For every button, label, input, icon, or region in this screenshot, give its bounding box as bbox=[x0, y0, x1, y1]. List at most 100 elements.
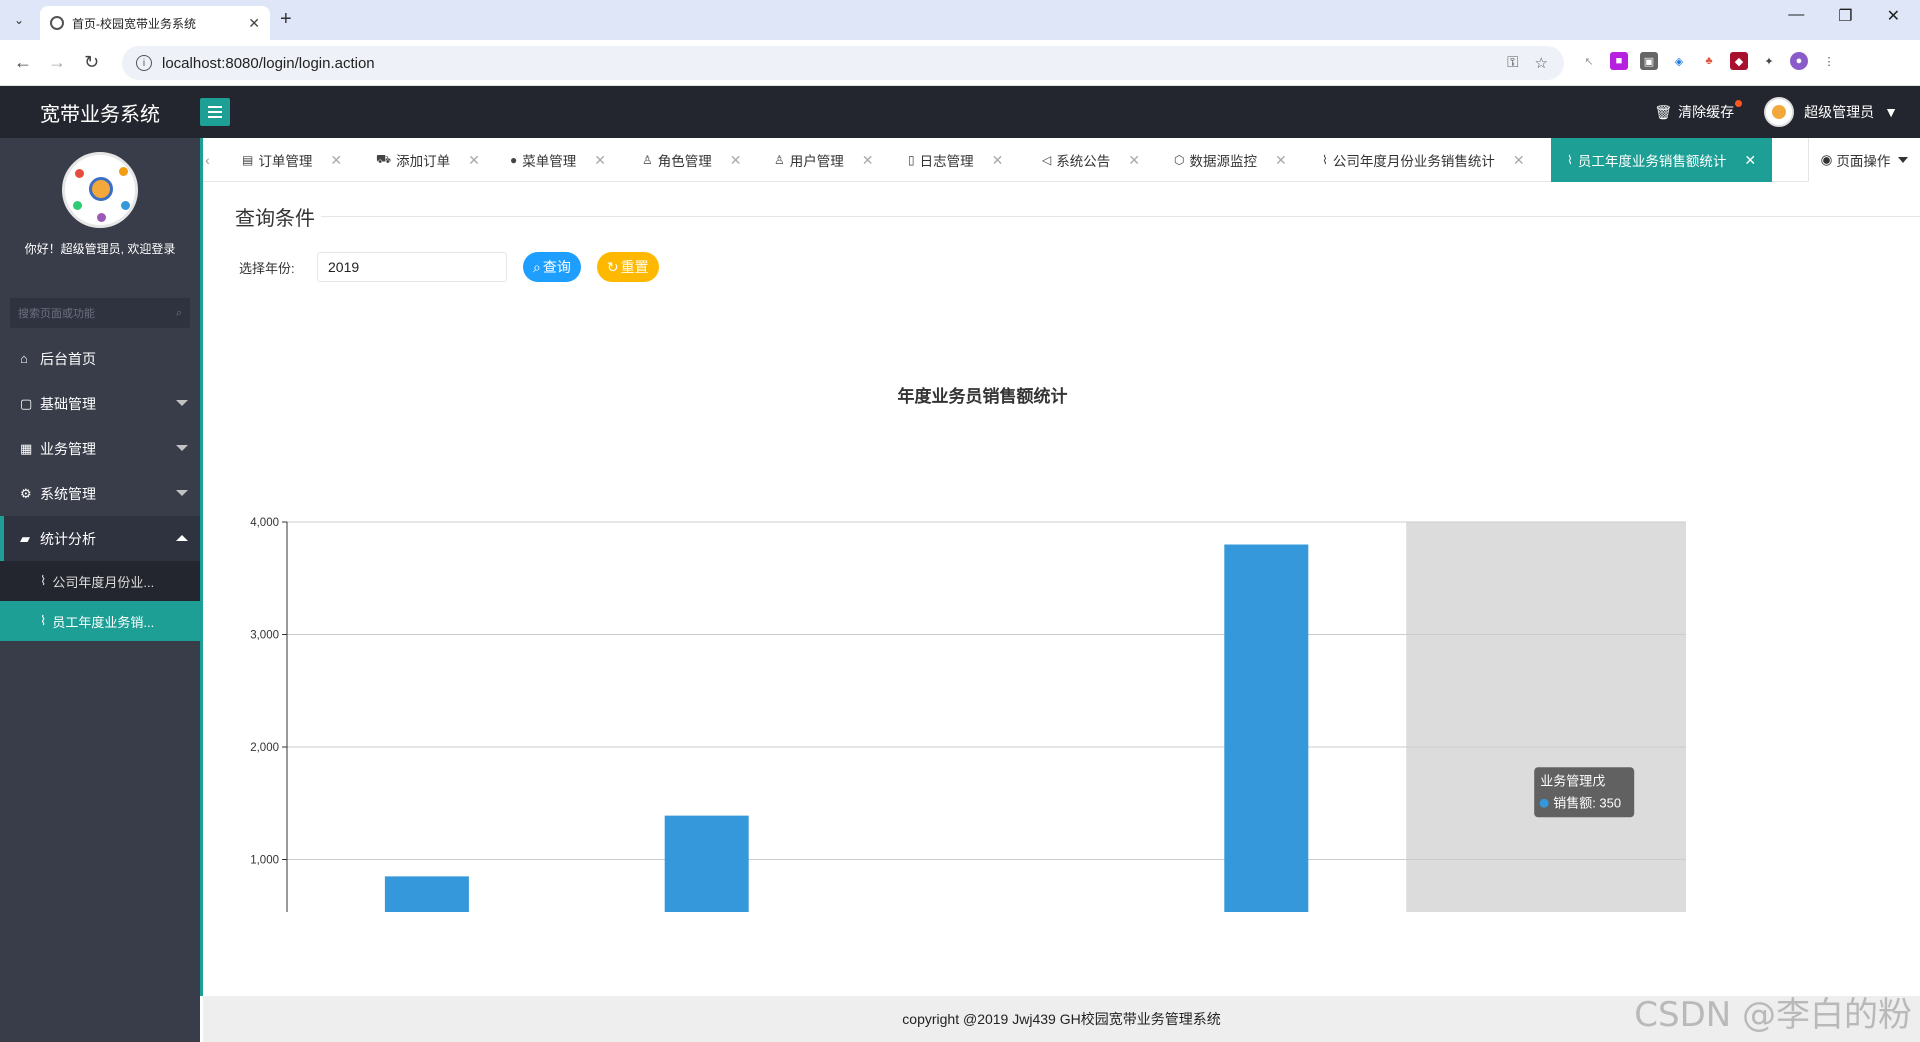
extension-layers-icon[interactable]: ◈ bbox=[1670, 52, 1688, 70]
back-icon[interactable]: ← bbox=[14, 52, 32, 73]
app-header: 宽带业务系统 🗑 清除缓存 超级管理员 ▼ bbox=[0, 86, 1920, 138]
avatar bbox=[1764, 97, 1795, 127]
sidebar-item-basic[interactable]: ▢ 基础管理 bbox=[0, 381, 200, 426]
forward-icon[interactable]: → bbox=[48, 52, 66, 73]
tooltip-value: 销售额: 350 bbox=[1553, 795, 1621, 810]
site-info-icon[interactable]: i bbox=[136, 55, 152, 71]
tab-roles[interactable]: ♙ 角色管理 ✕ bbox=[642, 138, 742, 182]
new-tab-button[interactable]: + bbox=[280, 8, 292, 31]
user-menu[interactable]: 超级管理员 ▼ bbox=[1764, 97, 1898, 127]
window-controls: — ❐ ✕ bbox=[1788, 6, 1910, 26]
close-icon[interactable]: ✕ bbox=[730, 152, 742, 169]
browser-tabstrip: ⌄ 首页-校园宽带业务系统 ✕ + — ❐ ✕ bbox=[0, 0, 1920, 40]
sidebar-submenu: ⌇ 公司年度月份业... ⌇ 员工年度业务销... bbox=[0, 561, 200, 641]
close-icon[interactable]: ✕ bbox=[330, 152, 342, 169]
tab-search-button[interactable]: ⌄ bbox=[6, 8, 32, 32]
sidebar-subitem-label: 公司年度月份业... bbox=[52, 574, 155, 590]
profile-avatar-icon[interactable]: ● bbox=[1790, 52, 1808, 70]
close-icon[interactable]: ✕ bbox=[594, 152, 606, 169]
search-button[interactable]: ⌕ 查询 bbox=[523, 252, 581, 282]
sidebar-search-placeholder: 搜索页面或功能 bbox=[18, 308, 95, 320]
close-icon[interactable]: ✕ bbox=[1128, 152, 1140, 169]
tab-label: 系统公告 bbox=[1056, 154, 1111, 169]
reset-button[interactable]: ↻ 重置 bbox=[596, 252, 659, 282]
reload-icon[interactable]: ↻ bbox=[84, 52, 99, 73]
tab-menus[interactable]: ● 菜单管理 ✕ bbox=[510, 138, 606, 182]
tab-datasource[interactable]: ⬡ 数据源监控 ✕ bbox=[1174, 138, 1287, 182]
sidebar-item-label: 统计分析 bbox=[40, 530, 96, 547]
sales-bar-chart[interactable]: 年度业务员销售额统计01,0002,0003,0004,000业务管理甲业务管理… bbox=[203, 292, 1920, 912]
sidebar: 你好！超级管理员, 欢迎登录 搜索页面或功能 ⌕ ⌂ 后台首页 ▢ 基础管理 ▦… bbox=[0, 138, 200, 1042]
reset-button-label: 重置 bbox=[620, 259, 649, 275]
sidebar-item-system[interactable]: ⚙ 系统管理 bbox=[0, 471, 200, 516]
sidebar-search-input[interactable]: 搜索页面或功能 ⌕ bbox=[10, 298, 190, 328]
extension-purple-icon[interactable]: ■ bbox=[1610, 52, 1628, 70]
grid-icon: ▦ bbox=[20, 440, 33, 456]
search-icon: ⌕ bbox=[533, 258, 541, 275]
bar bbox=[1224, 544, 1309, 912]
tooltip-title: 业务管理戊 bbox=[1540, 773, 1605, 788]
chart-title: 年度业务员销售额统计 bbox=[898, 386, 1068, 406]
extension-cursor-icon[interactable]: ↖ bbox=[1580, 52, 1598, 70]
tooltip-series-dot bbox=[1539, 798, 1549, 808]
url-input[interactable]: i localhost:8080/login/login.action ⚿ ☆ bbox=[122, 46, 1564, 80]
sidebar-item-business[interactable]: ▦ 业务管理 bbox=[0, 426, 200, 471]
tab-label: 公司年度月份业务销售统计 bbox=[1332, 154, 1495, 169]
tabs-scroll-left-icon[interactable]: ‹ bbox=[200, 138, 212, 182]
sidebar-subitem-company-stats[interactable]: ⌇ 公司年度月份业... bbox=[0, 561, 200, 601]
cart-icon: ⛟ bbox=[376, 152, 392, 166]
minimize-button[interactable]: — bbox=[1788, 6, 1804, 26]
close-tab-icon[interactable]: ✕ bbox=[248, 15, 260, 32]
notification-dot bbox=[1735, 100, 1743, 107]
highlight-band bbox=[1406, 522, 1686, 912]
browser-tab-title: 首页-校园宽带业务系统 bbox=[72, 16, 196, 31]
tab-label: 员工年度业务销售额统计 bbox=[1577, 154, 1727, 169]
sidebar-subitem-employee-stats[interactable]: ⌇ 员工年度业务销... bbox=[0, 601, 200, 641]
url-text: localhost:8080/login/login.action bbox=[162, 54, 375, 72]
close-icon[interactable]: ✕ bbox=[862, 152, 874, 169]
query-form: 选择年份: 2019 ⌕ 查询 ↻ 重置 bbox=[239, 252, 659, 282]
extension-shield-icon[interactable]: ◆ bbox=[1730, 52, 1748, 70]
tab-label: 数据源监控 bbox=[1189, 154, 1257, 169]
watermark: CSDN @李白的粉 bbox=[1634, 995, 1912, 1035]
extension-tree-icon[interactable]: ♣ bbox=[1700, 52, 1718, 70]
close-window-button[interactable]: ✕ bbox=[1887, 6, 1900, 26]
sidebar-menu: ⌂ 后台首页 ▢ 基础管理 ▦ 业务管理 ⚙ 系统管理 ▰ 统计分析 ⌇ 公司年… bbox=[0, 336, 200, 641]
key-icon[interactable]: ⚿ bbox=[1507, 54, 1518, 72]
tab-notices[interactable]: ◁ 系统公告 ✕ bbox=[1042, 138, 1140, 182]
query-legend: 查询条件 bbox=[229, 202, 321, 231]
y-tick-label: 1,000 bbox=[250, 855, 279, 867]
extensions-puzzle-icon[interactable]: ✦ bbox=[1760, 52, 1778, 70]
y-tick-label: 2,000 bbox=[250, 742, 279, 754]
sidebar-item-home[interactable]: ⌂ 后台首页 bbox=[0, 336, 200, 381]
browser-menu-icon[interactable]: ⋮ bbox=[1820, 52, 1838, 70]
extension-gray-icon[interactable]: ▣ bbox=[1640, 52, 1658, 70]
close-icon[interactable]: ✕ bbox=[1275, 152, 1287, 169]
close-icon[interactable]: ✕ bbox=[1744, 152, 1756, 169]
close-icon[interactable]: ✕ bbox=[992, 152, 1004, 169]
page-operations-menu[interactable]: ◉ 页面操作 bbox=[1808, 138, 1920, 182]
sidebar-item-stats[interactable]: ▰ 统计分析 bbox=[0, 516, 200, 561]
sidebar-item-label: 业务管理 bbox=[40, 440, 96, 457]
tab-logs[interactable]: ▯ 日志管理 ✕ bbox=[908, 138, 1003, 182]
user-icon: ♙ bbox=[774, 153, 785, 167]
refresh-icon: ↻ bbox=[606, 258, 619, 275]
fieldset-line bbox=[233, 216, 1920, 217]
tab-company-stats[interactable]: ⌇ 公司年度月份业务销售统计 ✕ bbox=[1322, 138, 1525, 182]
tab-orders[interactable]: ▤ 订单管理 ✕ bbox=[242, 138, 342, 182]
restore-button[interactable]: ❐ bbox=[1838, 6, 1852, 26]
tab-add-order[interactable]: ⛟ 添加订单 ✕ bbox=[376, 138, 480, 182]
clear-cache-button[interactable]: 🗑 清除缓存 bbox=[1654, 100, 1743, 122]
tab-users[interactable]: ♙ 用户管理 ✕ bbox=[774, 138, 874, 182]
bookmark-star-icon[interactable]: ☆ bbox=[1535, 54, 1548, 72]
menu-toggle-icon[interactable] bbox=[200, 98, 230, 126]
year-input[interactable]: 2019 bbox=[317, 252, 507, 282]
user-name: 超级管理员 bbox=[1804, 104, 1875, 120]
pulse-icon: ⌇ bbox=[1322, 153, 1328, 167]
circle-icon: ● bbox=[510, 153, 518, 167]
welcome-text: 你好！超级管理员, 欢迎登录 bbox=[24, 242, 176, 256]
close-icon[interactable]: ✕ bbox=[468, 152, 480, 169]
tab-employee-stats[interactable]: ⌇ 员工年度业务销售额统计 ✕ bbox=[1551, 138, 1773, 182]
close-icon[interactable]: ✕ bbox=[1513, 152, 1525, 169]
browser-tab[interactable]: 首页-校园宽带业务系统 ✕ bbox=[40, 6, 270, 40]
